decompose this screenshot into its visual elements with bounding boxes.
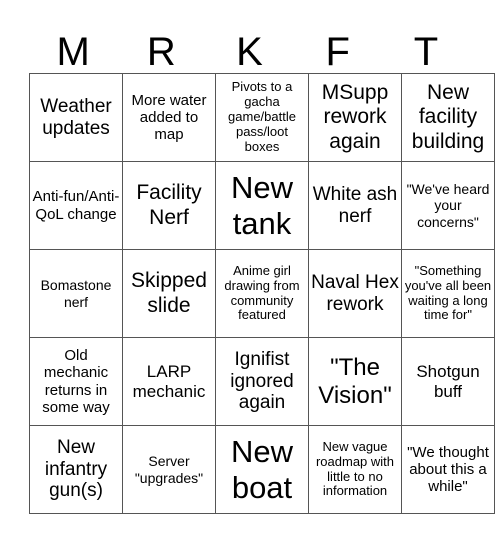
bingo-cell[interactable]: Skipped slide [122,249,216,338]
bingo-cell[interactable]: Ignifist ignored again [215,337,309,426]
header-letter-k: K [236,30,263,74]
bingo-cell[interactable]: Anti-fun/Anti-QoL change [29,161,123,250]
bingo-cell[interactable]: "Something you've all been waiting a lon… [401,249,495,338]
header-letter-f: F [325,30,350,74]
bingo-cell[interactable]: New tank [215,161,309,250]
bingo-cell[interactable]: New facility building [401,73,495,162]
board-row: Bomastone nerf Skipped slide Anime girl … [29,249,495,338]
board-row: Weather updates More water added to map … [29,73,495,162]
header-letter-t: T [413,30,439,74]
bingo-board: Weather updates More water added to map … [29,73,495,514]
header-letter-r: R [146,30,176,74]
bingo-cell[interactable]: Weather updates [29,73,123,162]
board-row: Anti-fun/Anti-QoL change Facility Nerf N… [29,161,495,250]
bingo-cell[interactable]: Pivots to a gacha game/battle pass/loot … [215,73,309,162]
bingo-cell[interactable]: More water added to map [122,73,216,162]
board-row: New infantry gun(s) Server "upgrades" Ne… [29,425,495,514]
bingo-cell[interactable]: Server "upgrades" [122,425,216,514]
bingo-cell[interactable]: Old mechanic returns in some way [29,337,123,426]
bingo-cell[interactable]: New infantry gun(s) [29,425,123,514]
bingo-cell[interactable]: "The Vision" [308,337,402,426]
bingo-cell[interactable]: "We thought about this a while" [401,425,495,514]
bingo-cell[interactable]: MSupp rework again [308,73,402,162]
bingo-cell[interactable]: "We've heard your concerns" [401,161,495,250]
bingo-cell[interactable]: Facility Nerf [122,161,216,250]
bingo-cell[interactable]: Bomastone nerf [29,249,123,338]
bingo-cell[interactable]: Anime girl drawing from community featur… [215,249,309,338]
bingo-cell[interactable]: LARP mechanic [122,337,216,426]
header-letter-m: M [56,30,90,74]
bingo-cell[interactable]: Shotgun buff [401,337,495,426]
bingo-cell[interactable]: New boat [215,425,309,514]
bingo-cell[interactable]: Naval Hex rework [308,249,402,338]
bingo-cell[interactable]: White ash nerf [308,161,402,250]
bingo-cell[interactable]: New vague roadmap with little to no info… [308,425,402,514]
bingo-header: M R K F T [29,30,470,74]
board-row: Old mechanic returns in some way LARP me… [29,337,495,426]
